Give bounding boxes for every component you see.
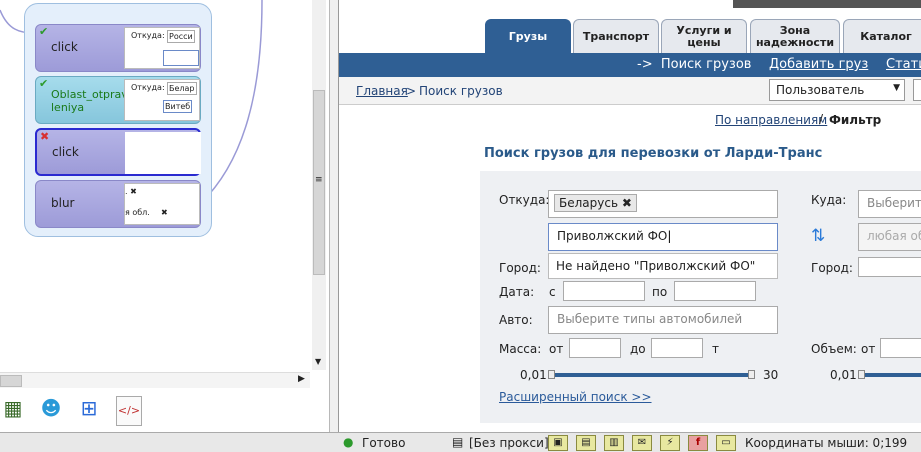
ready-icon: ● xyxy=(343,435,354,449)
tree-icon[interactable]: ⊞ xyxy=(76,396,102,426)
nav-add-cargo-link[interactable]: Добавить груз xyxy=(769,57,868,72)
to-label: Куда: xyxy=(811,193,847,207)
nav-stats-link[interactable]: Стати xyxy=(886,57,921,72)
mouse-coords: Координаты мыши: 0;199 xyxy=(745,436,908,450)
step-thumbnail: Откуда: Белар Витеб xyxy=(124,79,200,121)
mass-slider[interactable] xyxy=(552,373,752,377)
volume-min-value: 0,01 xyxy=(830,368,857,382)
banner-image xyxy=(733,0,921,8)
auto-types-input[interactable]: Выберите типы автомобилей xyxy=(548,306,778,334)
monitor-icon[interactable]: ▭ xyxy=(716,435,736,451)
mass-unit: т xyxy=(712,342,719,356)
search-form: Откуда: Беларусь ✖ Приволжский ФО| Не на… xyxy=(480,171,921,423)
from-search-input[interactable]: Приволжский ФО| xyxy=(548,223,778,251)
swap-icon[interactable]: ⇅ xyxy=(811,226,825,246)
tab-catalog[interactable]: Каталог xyxy=(843,19,921,53)
breadcrumb-home-link[interactable]: Главная xyxy=(356,84,408,98)
user-select[interactable]: Пользователь ▼ xyxy=(769,79,905,101)
step-label: Oblast_otprav leniya xyxy=(51,88,128,114)
step-thumbnail xyxy=(125,132,201,174)
breadcrumb-current: Поиск грузов xyxy=(419,84,503,98)
browser-view: Грузы Транспорт Услуги и цены Зона надеж… xyxy=(338,0,921,432)
proxy-icon: ▤ xyxy=(452,435,464,449)
status-bar: ● Готово ▤ [Без прокси] ▣ ▤ ▥ ✉ ⚡ f ▭ Ко… xyxy=(0,432,921,452)
step-label: blur xyxy=(51,196,75,210)
page-title: Поиск грузов для перевозки от Ларди-Тран… xyxy=(484,146,823,161)
to-city-input[interactable] xyxy=(858,257,921,277)
mail-icon[interactable]: ✉ xyxy=(632,435,652,451)
mass-slider-min-handle[interactable] xyxy=(548,370,555,379)
mass-from-label: от xyxy=(549,342,564,356)
flow-step-click-1[interactable]: ✔ click Откуда: Росси xyxy=(35,24,201,72)
breadcrumb: Главная > Поиск грузов Пользователь ▼ xyxy=(339,77,921,105)
flow-step-click-2[interactable]: ✖ click xyxy=(35,128,201,176)
city-label: Город: xyxy=(499,261,541,275)
from-tag: Беларусь ✖ xyxy=(554,194,637,212)
autocomplete-dropdown[interactable]: Не найдено "Приволжский ФО" xyxy=(548,253,778,279)
mass-min-value: 0,01 xyxy=(520,368,547,382)
status-ready: Готово xyxy=(362,436,406,450)
flash-icon[interactable]: f xyxy=(688,435,708,451)
lightning-icon[interactable]: ⚡ xyxy=(660,435,680,451)
tab-transport[interactable]: Транспорт xyxy=(573,19,659,53)
flow-container: ✔ click Откуда: Росси ✔ Oblast_otprav le… xyxy=(24,3,212,237)
filter-label: Фильтр xyxy=(829,113,882,127)
mass-to-input[interactable] xyxy=(651,338,703,358)
error-icon: ✖ xyxy=(40,130,50,143)
tab-reliability[interactable]: Зона надежности xyxy=(750,19,840,53)
tab-services[interactable]: Услуги и цены xyxy=(661,19,747,53)
mass-label: Масса: xyxy=(499,342,542,356)
auto-label: Авто: xyxy=(499,313,533,327)
to-city-label: Город: xyxy=(811,261,853,275)
window-icon[interactable]: ▤ xyxy=(576,435,596,451)
check-icon: ✔ xyxy=(39,77,49,90)
breadcrumb-sep: > xyxy=(406,84,417,98)
from-label: Откуда: xyxy=(499,193,550,207)
step-label: click xyxy=(52,145,79,159)
frame-icon[interactable]: ▥ xyxy=(604,435,624,451)
vertical-scrollbar[interactable]: ≡ ▼ xyxy=(312,0,326,370)
step-thumbnail: . ✖ я обл. ✖ xyxy=(124,183,200,225)
step-thumbnail: Откуда: Росси xyxy=(124,27,200,69)
remove-tag-icon[interactable]: ✖ xyxy=(622,196,632,210)
nav-current: -> Поиск грузов xyxy=(637,57,752,72)
check-icon: ✔ xyxy=(39,25,49,38)
mass-from-input[interactable] xyxy=(569,338,621,358)
volume-slider[interactable] xyxy=(862,373,921,377)
volume-slider-min-handle[interactable] xyxy=(858,370,865,379)
flow-step-blur[interactable]: blur . ✖ я обл. ✖ xyxy=(35,180,201,228)
date-label: Дата: xyxy=(499,285,535,299)
code-file-icon[interactable]: </> xyxy=(116,396,142,426)
from-tags-input[interactable]: Беларусь ✖ xyxy=(548,190,778,218)
by-direction-link[interactable]: По направлениям xyxy=(715,113,827,127)
automation-panel: ✔ click Откуда: Росси ✔ Oblast_otprav le… xyxy=(0,0,330,432)
to-region-input[interactable]: любая об xyxy=(858,223,921,251)
mode-sep: / xyxy=(819,112,824,126)
to-input[interactable]: Выберите xyxy=(858,190,921,218)
flow-step-oblast[interactable]: ✔ Oblast_otprav leniya Откуда: Белар Вит… xyxy=(35,76,201,124)
volume-label: Объем: xyxy=(811,342,857,356)
date-from-input[interactable] xyxy=(563,281,645,301)
step-label: click xyxy=(51,40,78,54)
date-from-label: с xyxy=(549,285,556,299)
date-to-label: по xyxy=(652,285,668,299)
date-to-input[interactable] xyxy=(674,281,756,301)
screenshot-icon[interactable]: ▣ xyxy=(548,435,568,451)
tab-gruzy[interactable]: Грузы xyxy=(485,19,571,53)
extra-select[interactable] xyxy=(913,79,921,101)
sub-navbar: -> Поиск грузов Добавить груз Стати xyxy=(339,53,921,77)
status-proxy[interactable]: [Без прокси] xyxy=(469,436,549,450)
bug-icon[interactable]: ☻ xyxy=(38,396,64,426)
volume-from-input[interactable] xyxy=(880,338,921,358)
mass-max-value: 30 xyxy=(763,368,779,382)
horizontal-scrollbar[interactable]: ▶ xyxy=(0,372,310,388)
advanced-search-link[interactable]: Расширенный поиск >> xyxy=(499,390,652,404)
mass-slider-max-handle[interactable] xyxy=(748,370,755,379)
chevron-down-icon: ▼ xyxy=(893,83,900,93)
volume-from-label: от xyxy=(861,342,876,356)
board-icon[interactable]: ▦ xyxy=(0,396,26,426)
mass-to-label: до xyxy=(630,342,646,356)
